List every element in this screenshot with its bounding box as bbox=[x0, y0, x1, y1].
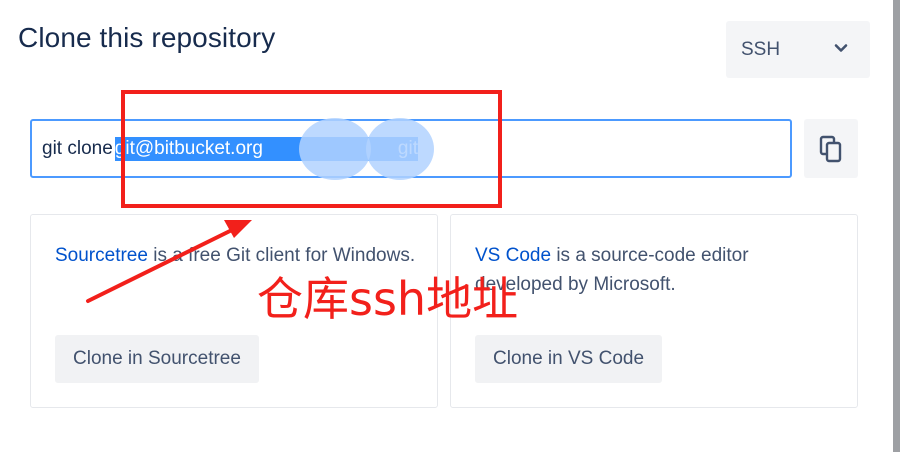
annotation-label: 仓库ssh地址 bbox=[257, 272, 519, 326]
annotation-arrow-icon bbox=[86, 220, 252, 303]
